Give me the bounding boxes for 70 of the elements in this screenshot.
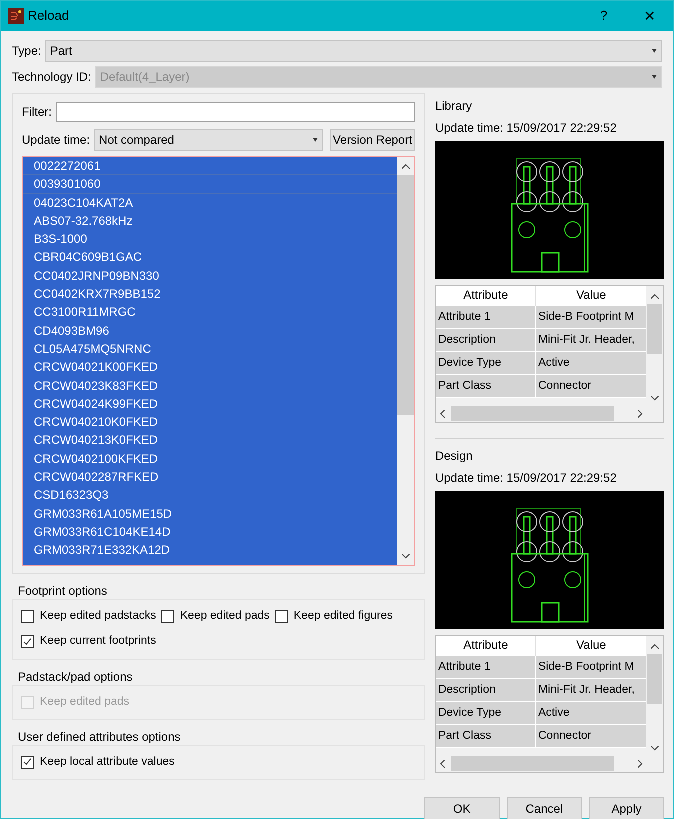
table-cell: Connector bbox=[536, 375, 646, 397]
checkbox-label: Keep current footprints bbox=[40, 634, 156, 650]
table-cell: Device Type bbox=[436, 702, 536, 724]
checkbox[interactable] bbox=[161, 610, 174, 624]
dropdown-caret-icon bbox=[652, 75, 657, 79]
table-cell: Description bbox=[436, 329, 536, 351]
scroll-up-icon[interactable] bbox=[402, 164, 410, 169]
filter-field[interactable] bbox=[56, 102, 416, 122]
scroll-down-icon[interactable] bbox=[650, 746, 659, 751]
scroll-up-icon[interactable] bbox=[650, 294, 659, 299]
checkbox-label: Keep edited figures bbox=[294, 609, 393, 624]
checkbox[interactable] bbox=[21, 635, 34, 648]
group-title: Footprint options bbox=[17, 583, 108, 599]
table-cell: Description bbox=[436, 679, 536, 701]
part-list-item[interactable]: 0022272061 bbox=[23, 157, 398, 176]
checkbox-label: Keep local attribute values bbox=[40, 754, 175, 770]
field-label: Type: bbox=[12, 43, 42, 60]
panel-title: Library bbox=[435, 98, 474, 115]
field-label: Technology ID: bbox=[12, 69, 92, 86]
group-title: User defined attributes options bbox=[17, 728, 182, 745]
scroll-right-icon[interactable] bbox=[638, 760, 644, 768]
update-time-text: Update time: 15/09/2017 22:29:52 bbox=[435, 120, 618, 137]
checkbox-label: Keep edited pads bbox=[40, 694, 130, 710]
table-cell: Connector bbox=[536, 725, 646, 747]
close-button[interactable]: ✕ bbox=[627, 1, 673, 31]
help-button[interactable]: ? bbox=[581, 1, 627, 31]
checkbox[interactable] bbox=[21, 756, 34, 769]
vertical-scrollbar[interactable] bbox=[397, 157, 414, 565]
filter-label: Filter: bbox=[22, 104, 52, 121]
dialog-button[interactable]: Apply bbox=[589, 797, 664, 819]
app-logo-icon bbox=[8, 8, 24, 24]
checkbox-label: Keep edited padstacks bbox=[40, 609, 156, 624]
column-header[interactable]: Value bbox=[536, 286, 646, 306]
scroll-down-icon[interactable] bbox=[650, 396, 659, 401]
update-time-text: Update time: 15/09/2017 22:29:52 bbox=[435, 470, 618, 487]
table-cell: Part Class bbox=[436, 725, 536, 747]
scroll-right-icon[interactable] bbox=[638, 410, 644, 418]
group-title: Padstack/pad options bbox=[17, 668, 134, 684]
version-report-button[interactable]: Version Report bbox=[330, 129, 416, 151]
scroll-left-icon[interactable] bbox=[440, 760, 446, 768]
table-cell: Mini-Fit Jr. Header, bbox=[536, 679, 646, 701]
table-cell: Device Type bbox=[436, 352, 536, 374]
checkmark-icon bbox=[23, 758, 32, 766]
table-cell: Side-B Footprint M bbox=[536, 306, 646, 328]
checkbox-label: Keep edited pads bbox=[180, 609, 270, 624]
update-time-dropdown[interactable]: Not compared bbox=[94, 129, 324, 151]
table-cell: Active bbox=[536, 352, 646, 374]
part-list-item[interactable]: 04023C104KAT2A bbox=[23, 194, 398, 212]
table-cell: Mini-Fit Jr. Header, bbox=[536, 329, 646, 351]
panel-title: Design bbox=[435, 448, 474, 465]
table-cell: Attribute 1 bbox=[436, 656, 536, 678]
checkbox[interactable] bbox=[274, 610, 288, 624]
update-time-label: Update time: bbox=[22, 132, 90, 149]
part-list-item[interactable]: 0039301060 bbox=[23, 175, 398, 194]
dialog-button[interactable]: Cancel bbox=[506, 797, 582, 819]
dialog-button[interactable]: OK bbox=[424, 797, 500, 819]
scroll-left-icon[interactable] bbox=[440, 410, 446, 418]
table-cell: Attribute 1 bbox=[436, 306, 536, 328]
checkbox[interactable] bbox=[21, 610, 34, 624]
scroll-down-icon[interactable] bbox=[402, 554, 410, 559]
column-header[interactable]: Value bbox=[536, 636, 646, 656]
scroll-up-icon[interactable] bbox=[650, 644, 659, 649]
table-cell: Part Class bbox=[436, 375, 536, 397]
checkmark-icon bbox=[23, 638, 32, 646]
table-cell: Active bbox=[536, 702, 646, 724]
dropdown-caret-icon bbox=[652, 49, 657, 53]
dropdown-caret-icon bbox=[313, 138, 318, 142]
table-cell: Side-B Footprint M bbox=[536, 656, 646, 678]
dropdown[interactable]: Part bbox=[45, 40, 662, 62]
window-title: Reload bbox=[28, 7, 70, 26]
